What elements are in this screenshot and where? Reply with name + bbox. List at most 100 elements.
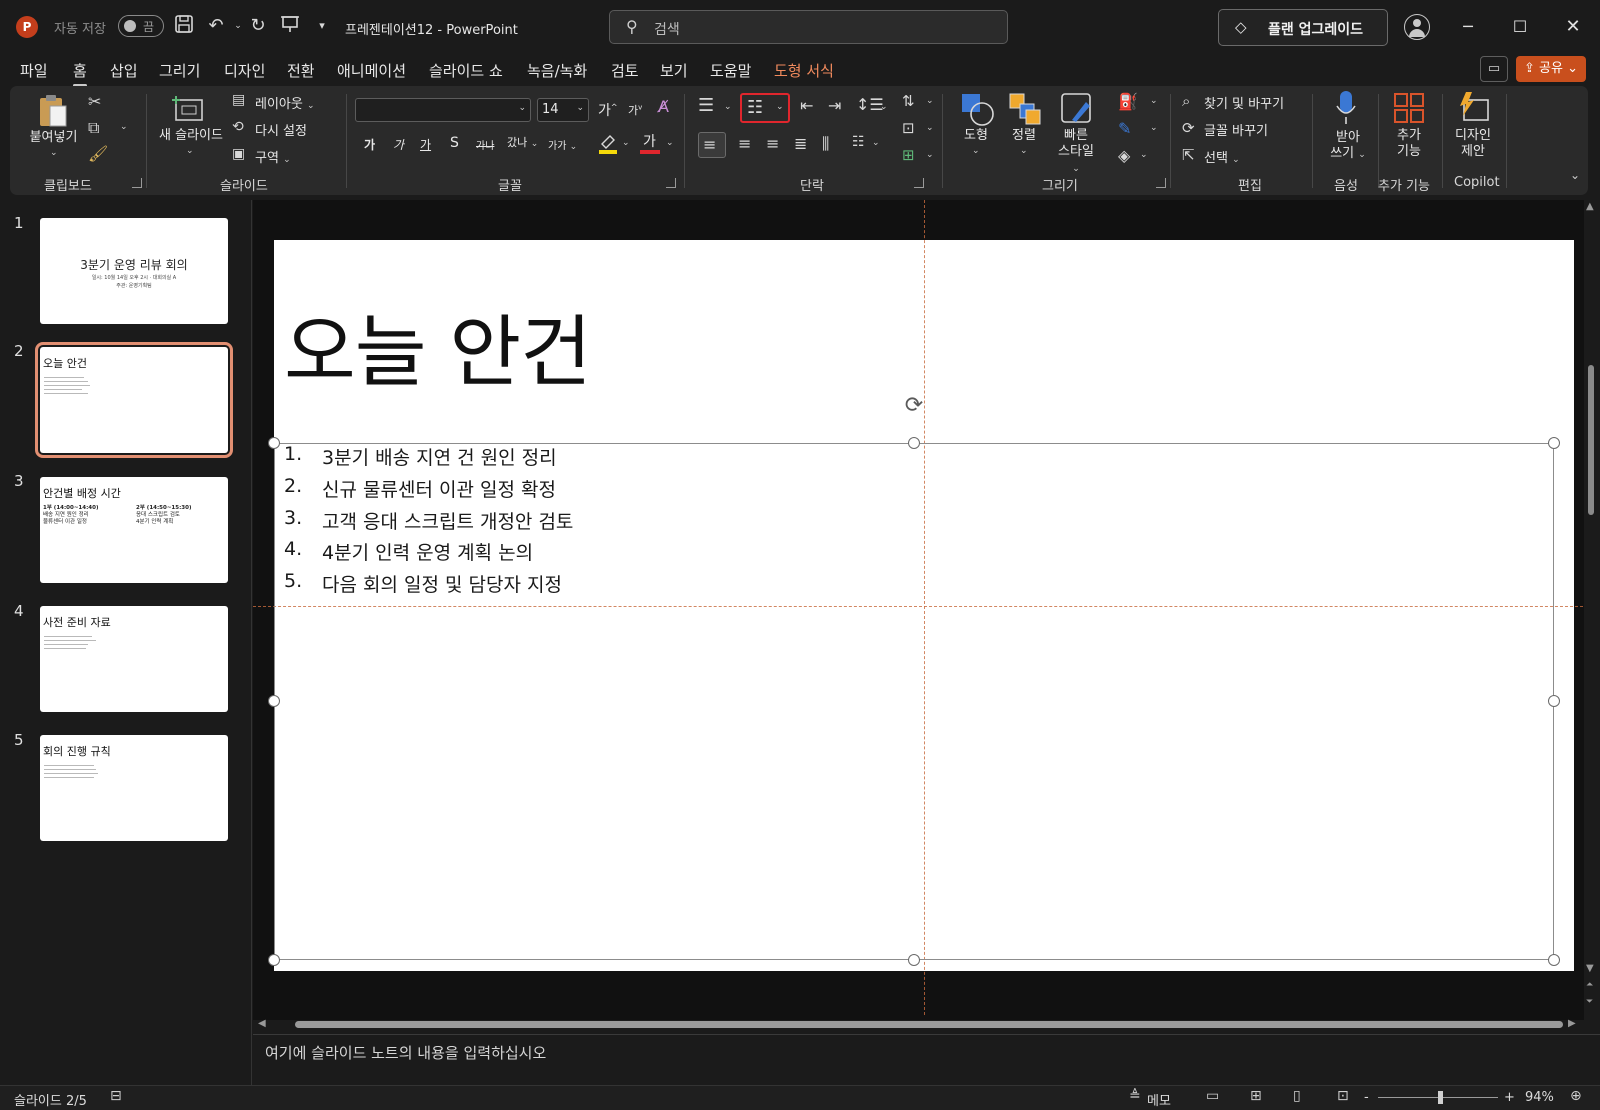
smartart-icon[interactable]: ⊞ xyxy=(902,146,915,164)
slide-thumbnail-5[interactable]: 회의 진행 규칙 xyxy=(40,735,228,841)
slide-sorter-icon[interactable]: ⊞ xyxy=(1250,1088,1262,1104)
comments-button[interactable]: ▭ xyxy=(1480,56,1508,82)
close-button[interactable]: ✕ xyxy=(1558,14,1588,40)
save-icon[interactable] xyxy=(172,14,196,38)
find-replace-button[interactable]: 찾기 및 바꾸기 xyxy=(1204,93,1284,112)
resize-handle[interactable] xyxy=(1548,437,1560,449)
tab-help[interactable]: 도움말 xyxy=(710,60,751,81)
notes-placeholder[interactable]: 여기에 슬라이드 노트의 내용을 입력하십시오 xyxy=(265,1042,546,1063)
search-box[interactable]: ⚲ 검색 xyxy=(609,10,1008,44)
shapes-button[interactable]: 도형 xyxy=(958,128,994,144)
next-slide-icon[interactable]: ⏷ xyxy=(1586,997,1593,1007)
select-button[interactable]: 선택 ⌄ xyxy=(1204,147,1240,166)
scroll-left-icon[interactable]: ◀ xyxy=(258,1018,266,1029)
dictate-button[interactable]: 받아 쓰기 ⌄ xyxy=(1324,130,1372,163)
change-case-button[interactable]: 가가 ⌄ xyxy=(548,137,577,152)
designer-icon[interactable] xyxy=(1456,90,1490,124)
designer-button[interactable]: 디자인 제안 xyxy=(1448,128,1498,160)
tab-slideshow[interactable]: 슬라이드 쇼 xyxy=(429,60,503,81)
tab-design[interactable]: 디자인 xyxy=(224,60,265,81)
font-color-dropdown-icon[interactable]: ⌄ xyxy=(666,138,674,148)
accessibility-icon[interactable]: ⊟ xyxy=(110,1088,122,1104)
undo-icon[interactable]: ↶ xyxy=(204,14,228,38)
underline-button[interactable]: 가 xyxy=(420,136,431,153)
paste-dropdown-icon[interactable]: ⌄ xyxy=(50,148,58,158)
slide-title[interactable]: 오늘 안건 xyxy=(284,290,592,402)
tab-draw[interactable]: 그리기 xyxy=(159,60,200,81)
new-slide-icon[interactable] xyxy=(170,92,206,124)
slide-thumbnail-4[interactable]: 사전 준비 자료 xyxy=(40,606,228,712)
resize-handle[interactable] xyxy=(1548,954,1560,966)
arrange-dropdown-icon[interactable]: ⌄ xyxy=(1020,146,1028,156)
add-ins-button[interactable]: 추가 기능 xyxy=(1388,128,1430,160)
shape-outline-icon[interactable]: ✎ xyxy=(1118,119,1131,138)
paste-button[interactable]: 붙여넣기 xyxy=(26,130,81,146)
shape-outline-dropdown-icon[interactable]: ⌄ xyxy=(1150,123,1158,133)
new-slide-button[interactable]: 새 슬라이드 xyxy=(156,128,226,144)
autosave-toggle[interactable]: 끔 xyxy=(118,15,164,37)
arrange-icon[interactable] xyxy=(1008,92,1042,126)
upgrade-plan-button[interactable]: ◇ 플랜 업그레이드 xyxy=(1218,9,1388,46)
dictate-microphone-icon[interactable] xyxy=(1335,90,1357,126)
list-item[interactable]: 3분기 배송 지연 건 원인 정리 xyxy=(322,443,557,470)
list-item[interactable]: 4분기 인력 운영 계획 논의 xyxy=(322,538,533,565)
shape-fill-dropdown-icon[interactable]: ⌄ xyxy=(1150,96,1158,106)
highlight-dropdown-icon[interactable]: ⌄ xyxy=(622,138,630,148)
tab-review[interactable]: 검토 xyxy=(611,60,639,81)
shape-effects-icon[interactable]: ◈ xyxy=(1118,146,1130,165)
slideshow-view-icon[interactable]: ⊡ xyxy=(1337,1088,1349,1104)
account-avatar[interactable] xyxy=(1404,14,1430,40)
format-painter-icon[interactable]: 🖌 xyxy=(88,144,108,163)
replace-font-button[interactable]: 글꼴 바꾸기 xyxy=(1204,120,1268,139)
smartart-dropdown-icon[interactable]: ⌄ xyxy=(926,150,934,160)
fit-to-window-icon[interactable]: ⊕ xyxy=(1570,1088,1582,1104)
shape-effects-dropdown-icon[interactable]: ⌄ xyxy=(1140,150,1148,160)
vertical-scroll-thumb[interactable] xyxy=(1588,365,1594,515)
decrease-indent-icon[interactable]: ⇤ xyxy=(800,96,813,115)
zoom-in-button[interactable]: + xyxy=(1504,1090,1515,1105)
bullets-dropdown-icon[interactable]: ⌄ xyxy=(724,102,732,112)
slide-thumbnail-1[interactable]: 3분기 운영 리뷰 회의 일시: 10월 14일 오후 2시 · 대회의실 A … xyxy=(40,218,228,324)
text-direction-dropdown-icon[interactable]: ⌄ xyxy=(926,96,934,106)
grow-font-button[interactable]: 가^ xyxy=(598,100,618,120)
increase-indent-icon[interactable]: ⇥ xyxy=(828,96,841,115)
scroll-right-icon[interactable]: ▶ xyxy=(1568,1018,1576,1029)
tab-transitions[interactable]: 전환 xyxy=(287,60,315,81)
tab-record[interactable]: 녹음/녹화 xyxy=(527,60,587,81)
resize-handle[interactable] xyxy=(908,437,920,449)
tab-home[interactable]: 홈 xyxy=(73,60,87,87)
scroll-up-icon[interactable]: ▲ xyxy=(1586,201,1594,212)
horizontal-scroll-thumb[interactable] xyxy=(295,1021,1563,1028)
copy-icon[interactable]: ⧉ xyxy=(88,118,99,138)
paragraph-launcher-icon[interactable] xyxy=(914,178,924,188)
font-size-dropdown[interactable]: 14 ⌄ xyxy=(537,98,589,122)
add-ins-icon[interactable] xyxy=(1392,92,1426,124)
tab-animations[interactable]: 애니메이션 xyxy=(337,60,406,81)
list-item[interactable]: 신규 물류센터 이관 일정 확정 xyxy=(322,475,556,502)
notes-toggle-button[interactable]: 메모 xyxy=(1147,1090,1171,1109)
tab-view[interactable]: 보기 xyxy=(660,60,688,81)
justify-icon[interactable]: ≣ xyxy=(794,134,807,153)
maximize-button[interactable]: ☐ xyxy=(1505,14,1535,40)
italic-button[interactable]: 가 xyxy=(393,136,404,153)
zoom-slider-handle[interactable] xyxy=(1438,1091,1443,1104)
reset-button[interactable]: 다시 설정 xyxy=(255,120,307,139)
layout-button[interactable]: 레이아웃 ⌄ xyxy=(255,93,315,112)
arrange-button[interactable]: 정렬 xyxy=(1006,128,1042,144)
bullets-icon[interactable]: ☰ xyxy=(698,95,714,116)
customize-quick-access-icon[interactable]: ▾ xyxy=(310,14,334,38)
resize-handle[interactable] xyxy=(268,437,280,449)
numbering-button[interactable]: ☷ ⌄ xyxy=(740,93,790,123)
cut-icon[interactable]: ✂ xyxy=(88,92,101,111)
previous-slide-icon[interactable]: ⏶ xyxy=(1586,980,1593,990)
columns-icon[interactable]: ☷ xyxy=(852,134,865,150)
align-text-icon[interactable]: ⊡ xyxy=(902,119,915,137)
highlight-color-icon[interactable] xyxy=(598,132,618,154)
tab-file[interactable]: 파일 xyxy=(20,60,48,81)
resize-handle[interactable] xyxy=(268,695,280,707)
slide-thumbnail-2[interactable]: 오늘 안건 xyxy=(35,342,233,458)
quick-styles-icon[interactable] xyxy=(1060,92,1096,126)
share-button[interactable]: ⇪ 공유 ⌄ xyxy=(1516,56,1586,82)
resize-handle[interactable] xyxy=(1548,695,1560,707)
vertical-scrollbar[interactable] xyxy=(1584,200,1600,1020)
